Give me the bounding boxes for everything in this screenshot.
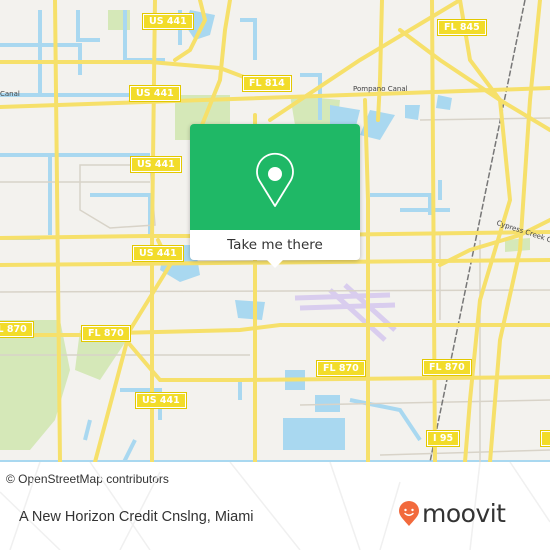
take-me-there-label: Take me there — [227, 237, 323, 253]
lake — [315, 395, 340, 412]
map-label-pompano-canal: Pompano Canal — [353, 85, 408, 93]
route-shield-fl870: FL 870 — [422, 359, 472, 376]
popup-header — [190, 124, 360, 230]
route-shield-fl870: FL 870 — [81, 325, 131, 342]
airport-runways — [294, 283, 397, 342]
lake — [283, 418, 345, 450]
map-pin-icon — [256, 152, 294, 207]
place-title: A New Horizon Credit Cnslng, Miami — [19, 509, 254, 525]
take-me-there-button[interactable]: Take me there — [190, 230, 360, 260]
popup-pointer — [267, 260, 283, 268]
lake — [235, 300, 265, 320]
route-shield-us441: US 441 — [132, 245, 184, 262]
route-shield-us441: US 441 — [135, 392, 187, 409]
route-shield-fl814: FL 814 — [242, 75, 292, 92]
route-shield-fl870: FL 870 — [316, 360, 366, 377]
lake — [436, 95, 452, 110]
route-shield-fl870: FL 870 — [0, 321, 34, 338]
route-shield-us441: US 441 — [129, 85, 181, 102]
map-label-canal: Canal — [0, 90, 20, 98]
moovit-pin-icon — [399, 501, 419, 526]
location-popup: Take me there — [190, 124, 360, 268]
moovit-logo[interactable]: moovit — [398, 500, 506, 528]
route-shield-partial — [539, 430, 550, 447]
route-shield-i95: I 95 — [425, 430, 461, 447]
route-shield-us441: US 441 — [130, 156, 182, 173]
route-shield-us441: US 441 — [142, 13, 194, 30]
moovit-wordmark: moovit — [422, 499, 506, 528]
lake — [405, 105, 420, 120]
map-view[interactable]: US 441 US 441 US 441 US 441 US 441 FL 81… — [0, 0, 550, 462]
route-shield-fl845: FL 845 — [437, 19, 487, 36]
